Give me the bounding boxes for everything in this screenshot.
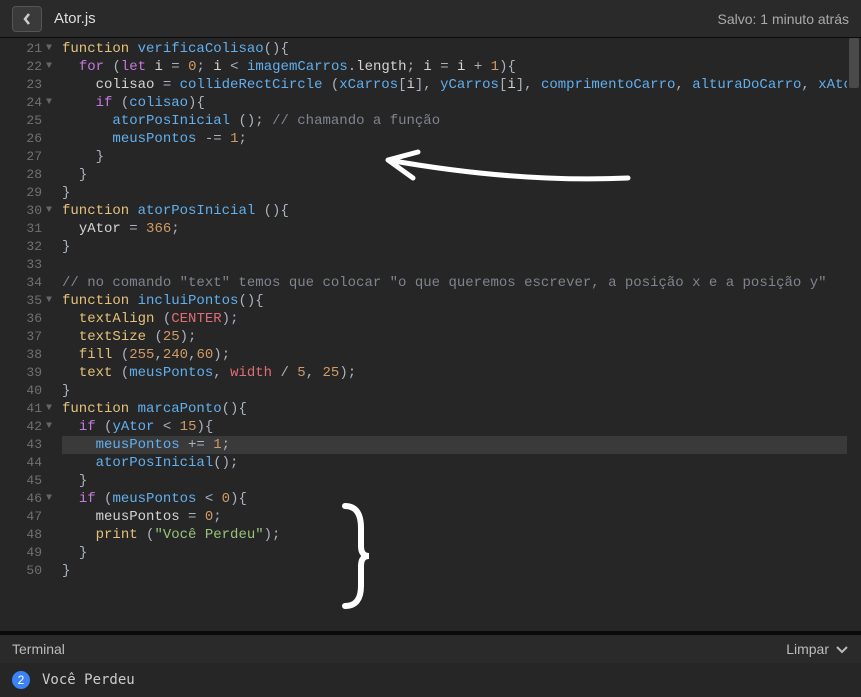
terminal-title: Terminal (12, 641, 786, 657)
code-line[interactable]: meusPontos -= 1; (62, 130, 861, 148)
code-line[interactable] (62, 256, 861, 274)
code-line[interactable]: function verificaColisao(){ (62, 40, 861, 58)
code-line[interactable]: // no comando "text" temos que colocar "… (62, 274, 861, 292)
gutter-line: 41▼ (0, 400, 58, 418)
gutter-line: 26 (0, 130, 58, 148)
gutter-line: 31 (0, 220, 58, 238)
fold-marker-icon[interactable]: ▼ (44, 490, 54, 508)
code-area[interactable]: function verificaColisao(){ for (let i =… (58, 38, 861, 631)
fold-marker-icon[interactable]: ▼ (44, 58, 54, 76)
fold-marker-icon[interactable]: ▼ (44, 292, 54, 310)
code-line[interactable]: function atorPosInicial (){ (62, 202, 861, 220)
gutter-line: 38 (0, 346, 58, 364)
gutter-line: 21▼ (0, 40, 58, 58)
gutter-line: 39 (0, 364, 58, 382)
gutter-line: 32 (0, 238, 58, 256)
gutter-line: 35▼ (0, 292, 58, 310)
gutter-line: 36 (0, 310, 58, 328)
gutter-line: 24▼ (0, 94, 58, 112)
gutter-line: 42▼ (0, 418, 58, 436)
fold-marker-icon[interactable]: ▼ (44, 202, 54, 220)
code-line[interactable]: textAlign (CENTER); (62, 310, 861, 328)
gutter-line: 34 (0, 274, 58, 292)
scrollbar-vertical[interactable] (847, 38, 861, 631)
gutter-line: 44 (0, 454, 58, 472)
gutter-line: 46▼ (0, 490, 58, 508)
fold-marker-icon[interactable]: ▼ (44, 94, 54, 112)
code-line[interactable]: text (meusPontos, width / 5, 25); (62, 364, 861, 382)
code-line[interactable]: atorPosInicial (); // chamando a função (62, 112, 861, 130)
chevron-left-icon (22, 12, 32, 26)
code-line[interactable]: colisao = collideRectCircle (xCarros[i],… (62, 76, 861, 94)
gutter-line: 45 (0, 472, 58, 490)
code-line[interactable]: print ("Você Perdeu"); (62, 526, 861, 544)
gutter-line: 25 (0, 112, 58, 130)
gutter-line: 23 (0, 76, 58, 94)
code-line[interactable]: yAtor = 366; (62, 220, 861, 238)
code-line[interactable]: } (62, 562, 861, 580)
terminal-clear-button[interactable]: Limpar (786, 641, 829, 657)
back-button[interactable] (12, 6, 42, 32)
code-line[interactable]: } (62, 472, 861, 490)
code-line[interactable]: } (62, 544, 861, 562)
code-line[interactable]: if (yAtor < 15){ (62, 418, 861, 436)
gutter-line: 43 (0, 436, 58, 454)
gutter: 21▼22▼2324▼252627282930▼3132333435▼36373… (0, 38, 58, 631)
gutter-line: 49 (0, 544, 58, 562)
code-line[interactable]: function marcaPonto(){ (62, 400, 861, 418)
code-line[interactable]: } (62, 148, 861, 166)
file-name: Ator.js (54, 10, 717, 27)
gutter-line: 28 (0, 166, 58, 184)
header-bar: Ator.js Salvo: 1 minuto atrás (0, 0, 861, 38)
code-line[interactable]: meusPontos = 0; (62, 508, 861, 526)
code-line[interactable]: fill (255,240,60); (62, 346, 861, 364)
code-line[interactable]: } (62, 166, 861, 184)
gutter-line: 27 (0, 148, 58, 166)
save-status: Salvo: 1 minuto atrás (717, 11, 849, 27)
code-line[interactable]: meusPontos += 1; (62, 436, 861, 454)
fold-marker-icon[interactable]: ▼ (44, 400, 54, 418)
terminal-body[interactable]: 2 Você Perdeu (0, 663, 861, 697)
log-count-badge: 2 (12, 671, 30, 689)
code-line[interactable]: } (62, 238, 861, 256)
scroll-thumb[interactable] (849, 38, 859, 88)
gutter-line: 33 (0, 256, 58, 274)
gutter-line: 40 (0, 382, 58, 400)
gutter-line: 30▼ (0, 202, 58, 220)
gutter-line: 47 (0, 508, 58, 526)
gutter-line: 29 (0, 184, 58, 202)
code-line[interactable]: if (colisao){ (62, 94, 861, 112)
code-line[interactable]: } (62, 184, 861, 202)
code-line[interactable]: for (let i = 0; i < imagemCarros.length;… (62, 58, 861, 76)
code-editor[interactable]: 21▼22▼2324▼252627282930▼3132333435▼36373… (0, 38, 861, 631)
code-line[interactable]: atorPosInicial(); (62, 454, 861, 472)
fold-marker-icon[interactable]: ▼ (44, 418, 54, 436)
gutter-line: 48 (0, 526, 58, 544)
code-line[interactable]: textSize (25); (62, 328, 861, 346)
code-line[interactable]: function incluiPontos(){ (62, 292, 861, 310)
code-line[interactable]: } (62, 382, 861, 400)
gutter-line: 22▼ (0, 58, 58, 76)
code-line[interactable]: if (meusPontos < 0){ (62, 490, 861, 508)
terminal-header: Terminal Limpar (0, 635, 861, 663)
log-message: Você Perdeu (42, 672, 135, 688)
fold-marker-icon[interactable]: ▼ (44, 40, 54, 58)
gutter-line: 50 (0, 562, 58, 580)
gutter-line: 37 (0, 328, 58, 346)
chevron-down-icon[interactable] (835, 641, 849, 657)
